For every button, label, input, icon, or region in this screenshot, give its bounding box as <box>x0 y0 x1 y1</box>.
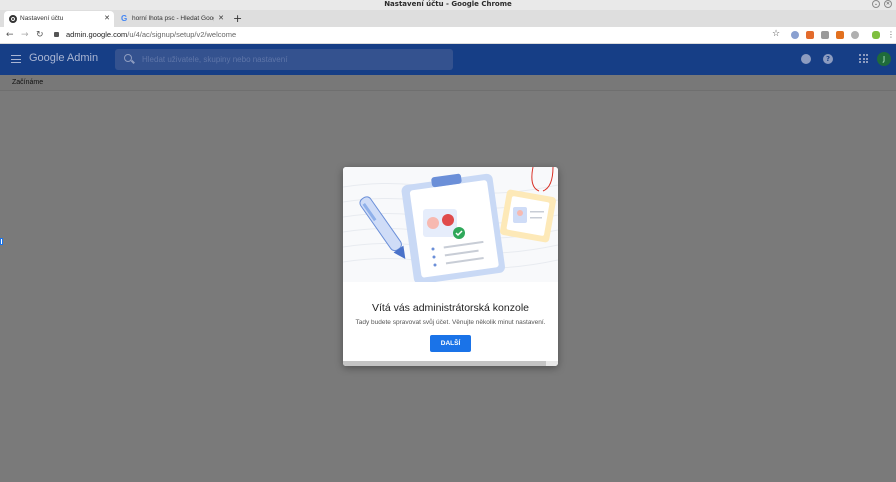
focus-marker <box>0 238 3 245</box>
breadcrumb-bar: Začínáme <box>0 75 896 91</box>
tab-strip: Nastavení účtu ✕ G horní lhota psc - Hle… <box>0 10 896 27</box>
welcome-dialog: Vítá vás administrátorská konzole Tady b… <box>343 167 558 366</box>
forward-icon[interactable]: → <box>21 29 29 41</box>
menu-icon[interactable] <box>11 55 21 63</box>
search-icon <box>124 54 132 62</box>
next-button[interactable]: DALŠÍ <box>430 335 471 352</box>
url-host: admin.google.com <box>66 30 128 39</box>
admin-header: Google Admin Hledat uživatele, skupiny n… <box>0 44 896 75</box>
close-window-icon[interactable]: ✕ <box>884 0 892 8</box>
dialog-scrollbar[interactable] <box>343 361 558 366</box>
welcome-illustration <box>343 167 558 282</box>
apps-icon[interactable] <box>859 54 868 63</box>
new-tab-button[interactable]: + <box>233 10 242 27</box>
address-bar[interactable]: admin.google.com/u/4/ac/signup/setup/v2/… <box>54 28 784 42</box>
tab-label: horní lhota psc - Hledat Googlem <box>132 15 214 22</box>
close-icon[interactable]: ✕ <box>104 11 110 27</box>
google-icon: G <box>121 14 128 23</box>
close-icon[interactable]: ✕ <box>218 11 224 27</box>
extension-icon[interactable] <box>791 31 799 39</box>
lock-icon <box>54 32 59 37</box>
minimize-icon[interactable]: ⌄ <box>872 0 880 8</box>
window-controls: ⌄ ✕ <box>872 0 892 8</box>
browser-toolbar: ← → ↻ admin.google.com/u/4/ac/signup/set… <box>0 27 896 44</box>
notifications-icon[interactable] <box>801 54 811 64</box>
extension-icon[interactable] <box>806 31 814 39</box>
tab-search[interactable]: G horní lhota psc - Hledat Googlem ✕ <box>116 11 228 27</box>
search-input[interactable]: Hledat uživatele, skupiny nebo nastavení <box>115 49 453 70</box>
breadcrumb: Začínáme <box>12 79 44 86</box>
window-titlebar: Nastavení účtu - Google Chrome ⌄ ✕ <box>0 0 896 10</box>
extension-icon[interactable] <box>836 31 844 39</box>
extension-icon[interactable] <box>821 31 829 39</box>
scrollbar-thumb[interactable] <box>343 361 546 366</box>
extension-icon[interactable] <box>851 31 859 39</box>
tab-label: Nastavení účtu <box>20 15 64 22</box>
dialog-title: Vítá vás administrátorská konzole <box>372 302 529 314</box>
globe-icon <box>9 15 17 23</box>
avatar[interactable]: J <box>877 52 891 66</box>
dialog-subtitle: Tady budete spravovat svůj účet. Věnujte… <box>355 319 546 326</box>
help-icon[interactable]: ? <box>823 54 833 64</box>
tab-account-setup[interactable]: Nastavení účtu ✕ <box>4 11 114 27</box>
search-placeholder: Hledat uživatele, skupiny nebo nastavení <box>142 55 288 64</box>
back-icon[interactable]: ← <box>6 29 14 41</box>
reload-icon[interactable]: ↻ <box>36 29 44 41</box>
window-title: Nastavení účtu - Google Chrome <box>384 0 512 8</box>
extension-icon[interactable] <box>872 31 880 39</box>
star-icon[interactable]: ☆ <box>772 29 780 39</box>
browser-menu-icon[interactable]: ⋮ <box>887 29 895 41</box>
clipboard-icon <box>401 173 506 282</box>
admin-brand: Google Admin <box>29 52 99 64</box>
url-path: /u/4/ac/signup/setup/v2/welcome <box>127 30 237 39</box>
